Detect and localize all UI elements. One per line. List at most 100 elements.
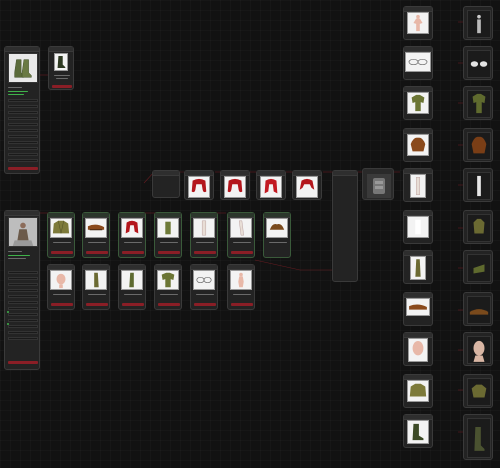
jacket-icon [409,383,427,397]
param-field[interactable] [8,271,38,274]
param-field[interactable] [8,147,38,150]
save-button[interactable] [158,303,180,306]
save-button[interactable] [52,85,72,88]
head-icon [473,340,485,362]
right-input-node[interactable] [403,210,433,244]
output-node-top[interactable] [48,46,74,90]
item-node[interactable] [82,264,110,310]
param-field[interactable] [8,331,38,334]
run-button[interactable] [8,167,38,170]
right-input-node[interactable] [403,6,433,40]
param-field[interactable] [8,277,38,280]
item-node[interactable] [47,212,75,258]
param-field[interactable] [8,129,38,132]
run-button[interactable] [8,361,38,364]
param-field[interactable] [8,295,38,298]
param-field[interactable] [8,123,38,126]
hair-thumb [296,176,318,198]
save-button[interactable] [86,251,108,254]
body-thumb [230,270,252,290]
right-input-node[interactable] [403,86,433,120]
item-node[interactable] [263,212,291,258]
save-button[interactable] [122,303,144,306]
save-button[interactable] [86,303,108,306]
param-field[interactable] [8,99,38,102]
right-preview-node[interactable] [463,86,493,120]
right-input-node[interactable] [403,168,433,202]
right-preview-node[interactable] [463,46,493,80]
save-button[interactable] [194,251,216,254]
caption [233,242,251,243]
right-preview-node[interactable] [463,292,493,326]
item-node[interactable] [227,264,255,310]
right-input-node[interactable] [403,332,433,366]
mesh-render-node[interactable] [362,168,394,200]
right-preview-node[interactable] [463,128,493,162]
param-field[interactable] [8,153,38,156]
item-node[interactable] [190,264,218,310]
right-preview-node[interactable] [463,332,493,366]
boot-icon [57,56,66,68]
right-preview-node[interactable] [463,6,493,40]
loader-node-top[interactable] [4,46,40,174]
right-input-node[interactable] [403,250,433,284]
torso-icon [473,218,485,234]
item-node[interactable] [190,212,218,258]
save-button[interactable] [51,303,73,306]
right-preview-node[interactable] [463,374,493,408]
param-field[interactable] [8,307,38,310]
status-line [8,251,22,252]
empty-node[interactable] [152,170,180,198]
save-button[interactable] [231,251,253,254]
param-field[interactable] [8,337,38,340]
item-node[interactable] [118,212,146,258]
glasses-preview [467,50,491,78]
param-field[interactable] [8,289,38,292]
shoes-thumb [85,218,107,238]
item-node[interactable] [47,264,75,310]
param-field[interactable] [8,159,38,162]
item-node[interactable] [154,212,182,258]
boot-thumb [54,53,68,71]
right-input-node[interactable] [403,128,433,162]
param-field[interactable] [8,111,38,114]
param-field[interactable] [8,105,38,108]
item-node[interactable] [227,212,255,258]
item-node[interactable] [154,264,182,310]
param-field[interactable] [8,283,38,286]
param-field[interactable] [8,135,38,138]
loader-node-bottom[interactable] [4,210,40,370]
jacket-icon [471,384,487,398]
right-input-node[interactable] [403,374,433,408]
head-icon [412,341,424,356]
hair-node[interactable] [184,170,214,200]
right-preview-node[interactable] [463,414,493,460]
hair-icon [125,220,139,234]
param-field[interactable] [8,301,38,304]
right-preview-node[interactable] [463,250,493,284]
item-node[interactable] [118,264,146,310]
item-node[interactable] [82,212,110,258]
param-field[interactable] [8,319,38,322]
param-field[interactable] [8,325,38,328]
hair-preview [467,132,491,160]
right-input-node[interactable] [403,414,433,448]
param-field[interactable] [8,117,38,120]
hair-node[interactable] [292,170,322,200]
right-input-node[interactable] [403,46,433,80]
save-button[interactable] [122,251,144,254]
right-preview-node[interactable] [463,168,493,202]
arm-thumb [410,256,426,280]
save-button[interactable] [51,251,73,254]
right-preview-node[interactable] [463,210,493,244]
right-input-node[interactable] [403,292,433,326]
hair-node[interactable] [256,170,286,200]
param-field[interactable] [8,313,38,316]
combine-node[interactable] [332,170,358,282]
glasses-icon [408,58,428,66]
save-button[interactable] [231,303,253,306]
save-button[interactable] [158,251,180,254]
save-button[interactable] [194,303,216,306]
hair-node[interactable] [220,170,250,200]
param-field[interactable] [8,141,38,144]
